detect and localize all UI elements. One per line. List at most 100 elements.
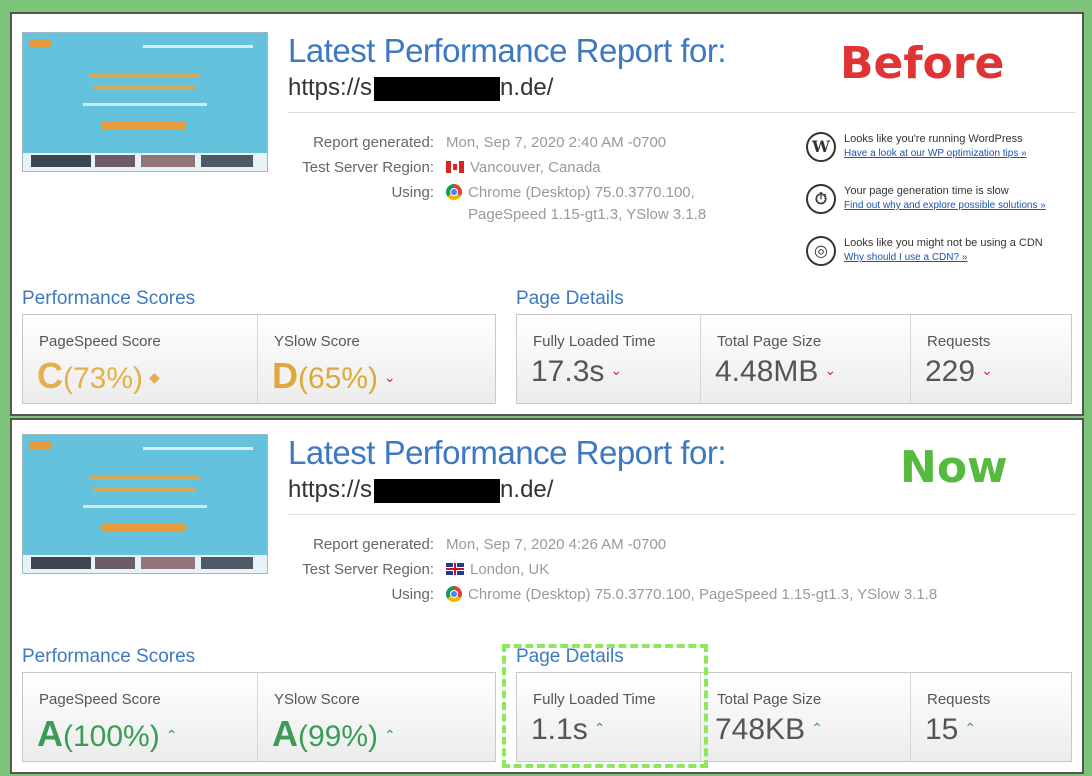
pagespeed-grade: C [37, 355, 63, 396]
globe-icon: ◎ [806, 236, 836, 266]
using-value-1: Chrome (Desktop) 75.0.3770.100, PageSpee… [468, 586, 938, 603]
using-value-wrap: Chrome (Desktop) 75.0.3770.100, PageSpee… [446, 586, 937, 603]
tip-link[interactable]: Have a look at our WP optimization tips … [844, 148, 1027, 159]
yslow-label: YSlow Score [274, 691, 360, 708]
arrow-up-icon: ⌃ [964, 720, 977, 736]
now-badge: Now [900, 442, 1008, 493]
yslow-score-cell: YSlow Score A(99%) ⌃ [258, 673, 495, 761]
url-suffix: n.de/ [500, 74, 554, 101]
region-value: London, UK [470, 561, 550, 578]
tip-text: Looks like you're running WordPress [844, 133, 1023, 145]
arrow-up-icon: ⌃ [811, 720, 823, 736]
yslow-score-cell: YSlow Score D(65%) ⌄ [258, 315, 495, 403]
yslow-value-wrap: D(65%) ⌄ [272, 355, 396, 397]
stopwatch-icon: ⏱ [806, 184, 836, 214]
tip-link[interactable]: Find out why and explore possible soluti… [844, 200, 1046, 211]
arrow-down-icon: ⌄ [384, 369, 396, 385]
requests-wrap: 15 ⌃ [925, 713, 976, 747]
page-size-label: Total Page Size [717, 691, 822, 708]
pagespeed-grade: A [37, 713, 63, 754]
arrow-down-icon: ⌄ [824, 362, 837, 378]
page-details-title: Page Details [516, 288, 624, 309]
tip-link[interactable]: Why should I use a CDN? » [844, 252, 967, 263]
uk-flag-icon [446, 563, 464, 575]
pagespeed-value: (100%) [63, 720, 160, 753]
pagespeed-score-cell: PageSpeed Score C(73%) ◆ [23, 315, 258, 403]
redaction-bar [374, 77, 500, 101]
tip-text: Your page generation time is slow [844, 185, 1009, 197]
requests-value: 229 [925, 355, 976, 388]
url-suffix: n.de/ [500, 476, 554, 503]
fully-loaded-highlight [502, 644, 708, 768]
tip-text: Looks like you might not be using a CDN [844, 237, 1043, 249]
site-screenshot-thumbnail [22, 434, 268, 574]
using-value-2: PageSpeed 1.15-gt1.3, YSlow 3.1.8 [468, 206, 707, 223]
using-value-1: Chrome (Desktop) 75.0.3770.100, [468, 184, 695, 201]
url-prefix: https://s [288, 476, 373, 503]
yslow-value: (99%) [298, 720, 379, 753]
page-size-value: 748KB [715, 713, 806, 746]
requests-cell: Requests 15 ⌃ [911, 673, 1071, 761]
chrome-icon [446, 184, 462, 200]
report-generated-value: Mon, Sep 7, 2020 4:26 AM -0700 [446, 536, 667, 553]
page-size-wrap: 748KB ⌃ [715, 713, 823, 747]
performance-scores-box: PageSpeed Score A(100%) ⌃ YSlow Score A(9… [22, 672, 496, 762]
fully-loaded-label: Fully Loaded Time [533, 333, 656, 350]
region-value: Vancouver, Canada [470, 159, 601, 176]
divider [288, 112, 1076, 113]
page-size-cell: Total Page Size 4.48MB ⌄ [701, 315, 911, 403]
site-screenshot-thumbnail [22, 32, 268, 172]
report-generated-value: Mon, Sep 7, 2020 2:40 AM -0700 [446, 134, 667, 151]
region-value-wrap: London, UK [446, 561, 549, 578]
performance-scores-title: Performance Scores [22, 646, 196, 667]
report-panel-before: Latest Performance Report for: https://s… [10, 12, 1084, 416]
wordpress-icon: W [806, 132, 836, 162]
pagespeed-value-wrap: A(100%) ⌃ [37, 713, 177, 755]
arrow-up-icon: ⌃ [165, 727, 178, 743]
using-label: Using: [391, 586, 434, 603]
using-label: Using: [391, 184, 434, 201]
requests-cell: Requests 229 ⌄ [911, 315, 1071, 403]
fully-loaded-cell: Fully Loaded Time 17.3s ⌄ [517, 315, 701, 403]
region-label: Test Server Region: [302, 159, 434, 176]
pagespeed-value: (73%) [63, 362, 144, 395]
page-details-box: Fully Loaded Time 17.3s ⌄ Total Page Size… [516, 314, 1072, 404]
report-title: Latest Performance Report for: [288, 32, 727, 69]
yslow-grade: D [272, 355, 298, 396]
requests-wrap: 229 ⌄ [925, 355, 993, 389]
region-value-wrap: Vancouver, Canada [446, 159, 601, 176]
neutral-diamond-icon: ◆ [149, 369, 160, 385]
performance-scores-box: PageSpeed Score C(73%) ◆ YSlow Score D(65… [22, 314, 496, 404]
page-size-value: 4.48MB [715, 355, 819, 388]
arrow-down-icon: ⌄ [610, 362, 623, 378]
using-value-wrap: Chrome (Desktop) 75.0.3770.100, [446, 184, 695, 201]
yslow-label: YSlow Score [274, 333, 360, 350]
pagespeed-label: PageSpeed Score [39, 333, 161, 350]
page-size-label: Total Page Size [717, 333, 822, 350]
pagespeed-value-wrap: C(73%) ◆ [37, 355, 160, 397]
divider [288, 514, 1076, 515]
url-prefix: https://s [288, 74, 373, 101]
yslow-value-wrap: A(99%) ⌃ [272, 713, 396, 755]
arrow-down-icon: ⌄ [981, 362, 993, 378]
before-badge: Before [840, 38, 1005, 89]
fully-loaded-value: 17.3s [531, 355, 605, 388]
page-size-wrap: 4.48MB ⌄ [715, 355, 836, 389]
report-title: Latest Performance Report for: [288, 434, 727, 471]
pagespeed-label: PageSpeed Score [39, 691, 161, 708]
region-label: Test Server Region: [302, 561, 434, 578]
chrome-icon [446, 586, 462, 602]
report-panel-now: Latest Performance Report for: https://s… [10, 418, 1084, 774]
requests-value: 15 [925, 713, 959, 746]
arrow-up-icon: ⌃ [384, 727, 396, 743]
pagespeed-score-cell: PageSpeed Score A(100%) ⌃ [23, 673, 258, 761]
performance-scores-title: Performance Scores [22, 288, 196, 309]
yslow-grade: A [272, 713, 298, 754]
canada-flag-icon [446, 161, 464, 173]
report-generated-label: Report generated: [313, 536, 434, 553]
requests-label: Requests [927, 691, 991, 708]
redaction-bar [374, 479, 500, 503]
fully-loaded-wrap: 17.3s ⌄ [531, 355, 622, 389]
page-size-cell: Total Page Size 748KB ⌃ [701, 673, 911, 761]
yslow-value: (65%) [298, 362, 379, 395]
